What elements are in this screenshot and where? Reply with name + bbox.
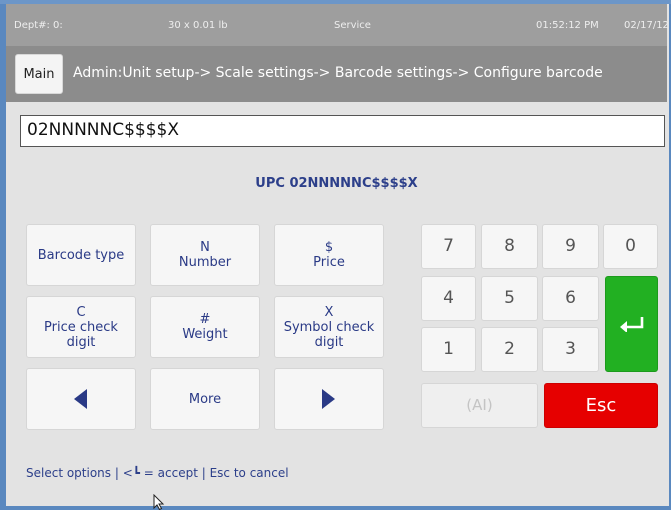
key-6[interactable]: 6 <box>542 276 599 321</box>
price-symbol: $ <box>324 240 334 255</box>
symbol-check-symbol: X <box>324 304 334 320</box>
key-3[interactable]: 3 <box>542 327 599 372</box>
key-7[interactable]: 7 <box>421 224 476 269</box>
mouse-cursor-icon <box>153 494 165 510</box>
price-check-line2: digit <box>66 334 96 350</box>
cursor-right-button[interactable] <box>274 368 384 430</box>
more-label: More <box>188 391 222 407</box>
status-weight: 30 x 0.01 lb <box>168 20 228 31</box>
number-symbol: N <box>200 240 210 255</box>
weight-symbol: # <box>199 312 211 327</box>
key-0[interactable]: 0 <box>603 224 658 269</box>
more-button[interactable]: More <box>150 368 260 430</box>
enter-button[interactable] <box>605 276 658 372</box>
enter-return-icon <box>619 317 643 332</box>
symbol-check-digit-button[interactable]: X Symbol check digit <box>274 296 384 358</box>
esc-button[interactable]: Esc <box>544 383 658 428</box>
key-5[interactable]: 5 <box>481 276 538 321</box>
number-button[interactable]: N Number <box>150 224 260 286</box>
main-button[interactable]: Main <box>15 54 63 94</box>
price-button[interactable]: $ Price <box>274 224 384 286</box>
cursor-left-button[interactable] <box>26 368 136 430</box>
number-label: Number <box>178 255 232 270</box>
status-time: 01:52:12 PM <box>536 20 599 31</box>
hint-text: Select options | <┗ = accept | Esc to ca… <box>26 466 289 480</box>
price-check-symbol: C <box>76 304 86 320</box>
breadcrumb: Admin:Unit setup-> Scale settings-> Barc… <box>73 65 603 81</box>
breadcrumb-bar: Main Admin:Unit setup-> Scale settings->… <box>6 46 667 102</box>
symbol-check-line2: digit <box>314 334 344 350</box>
weight-button[interactable]: # Weight <box>150 296 260 358</box>
arrow-left-icon <box>74 389 87 409</box>
barcode-format-input[interactable]: 02NNNNNC$$$$X <box>20 115 665 147</box>
key-8[interactable]: 8 <box>481 224 538 269</box>
upc-preview-label: UPC 02NNNNNC$$$$X <box>255 176 418 191</box>
status-dept: Dept#: 0: <box>14 20 63 31</box>
barcode-type-label: Barcode type <box>37 247 125 263</box>
weight-label: Weight <box>182 327 228 342</box>
barcode-type-button[interactable]: Barcode type <box>26 224 136 286</box>
key-4[interactable]: 4 <box>421 276 476 321</box>
arrow-right-icon <box>322 389 335 409</box>
price-check-line1: Price check <box>44 319 118 335</box>
price-check-digit-button[interactable]: C Price check digit <box>26 296 136 358</box>
key-2[interactable]: 2 <box>481 327 538 372</box>
key-1[interactable]: 1 <box>421 327 476 372</box>
price-label: Price <box>313 255 345 270</box>
status-date: 02/17/12 <box>624 20 669 31</box>
status-bar: Dept#: 0: 30 x 0.01 lb Service 01:52:12 … <box>6 4 669 46</box>
symbol-check-line1: Symbol check <box>283 319 375 335</box>
status-mode: Service <box>334 20 371 31</box>
ai-button[interactable]: (AI) <box>421 383 538 428</box>
key-9[interactable]: 9 <box>542 224 599 269</box>
